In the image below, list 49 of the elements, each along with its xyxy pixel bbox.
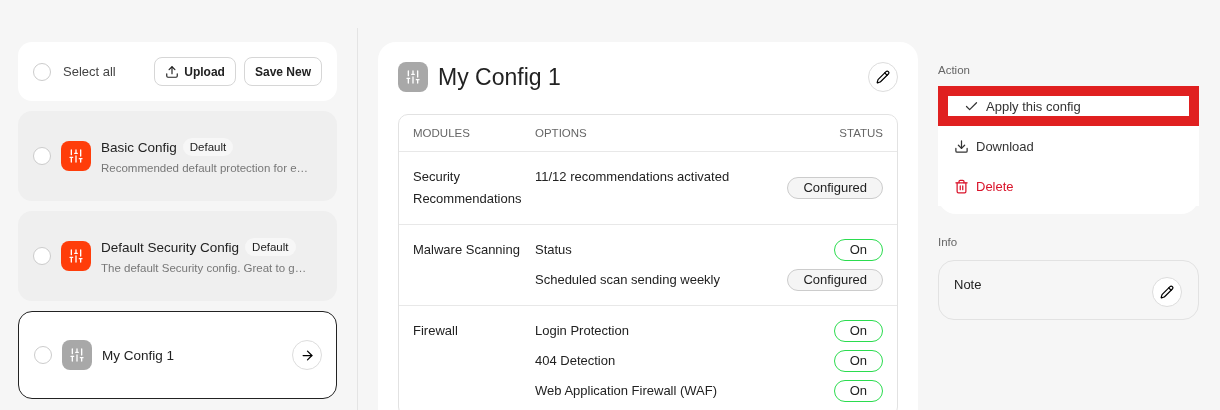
trash-icon [954, 178, 969, 194]
upload-button[interactable]: Upload [154, 57, 236, 86]
column-header: OPTIONS [535, 127, 588, 139]
module-name: Security Recommendations [413, 168, 523, 208]
option-label: 404 Detection [535, 352, 617, 370]
edit-button[interactable] [868, 62, 898, 92]
pencil-icon [1160, 285, 1174, 299]
download-icon [954, 138, 969, 154]
arrow-right-icon [299, 347, 315, 363]
option-label: Login Protection [535, 322, 630, 340]
radio-button[interactable] [34, 346, 52, 364]
section-heading: Action [938, 64, 971, 76]
option-label: Status [535, 241, 573, 259]
status-pill: On [833, 320, 883, 342]
note-label: Note [954, 277, 983, 292]
select-all-label: Select all [63, 64, 117, 79]
status-pill: Configured [787, 177, 883, 199]
status-pill: On [833, 350, 883, 372]
config-name: My Config 1 [102, 347, 175, 363]
upload-icon [165, 64, 180, 79]
open-button[interactable] [292, 340, 322, 370]
status-pill: Configured [787, 269, 883, 291]
default-badge: Default [245, 238, 296, 256]
module-name: Firewall [413, 322, 459, 340]
status-pill: On [833, 380, 883, 402]
action-item[interactable]: Apply this config [938, 86, 1199, 126]
edit-button[interactable] [1152, 277, 1182, 307]
config-title: My Config 1 [438, 63, 562, 91]
status-pill: On [833, 239, 883, 261]
config-name: Basic Config [101, 139, 177, 155]
pencil-icon [876, 70, 890, 84]
default-badge: Default [182, 138, 234, 156]
config-name: Default Security Config [101, 239, 240, 255]
column-header: STATUS [839, 127, 883, 139]
option-label: Scheduled scan sending weekly [535, 271, 721, 289]
config-description: Recommended default protection for e… [101, 162, 310, 174]
radio-button[interactable] [33, 247, 51, 265]
config-card[interactable]: Basic Config Default Recommended default protection for e… [18, 111, 337, 201]
save-new-button[interactable]: Save New [243, 57, 322, 86]
config-card[interactable]: Default Security Config Default The default Security config. Great to g… [18, 211, 337, 301]
config-description: The default Security config. Great to g… [101, 262, 308, 274]
option-label: 11/12 recommendations activated [535, 168, 731, 186]
column-header: MODULES [413, 127, 471, 139]
module-name: Malware Scanning [413, 241, 521, 259]
radio-button[interactable] [33, 62, 51, 81]
section-heading: Info [938, 236, 959, 248]
config-card[interactable]: My Config 1 [18, 311, 337, 399]
option-label: Web Application Firewall (WAF) [535, 382, 719, 400]
radio-button[interactable] [33, 147, 51, 165]
